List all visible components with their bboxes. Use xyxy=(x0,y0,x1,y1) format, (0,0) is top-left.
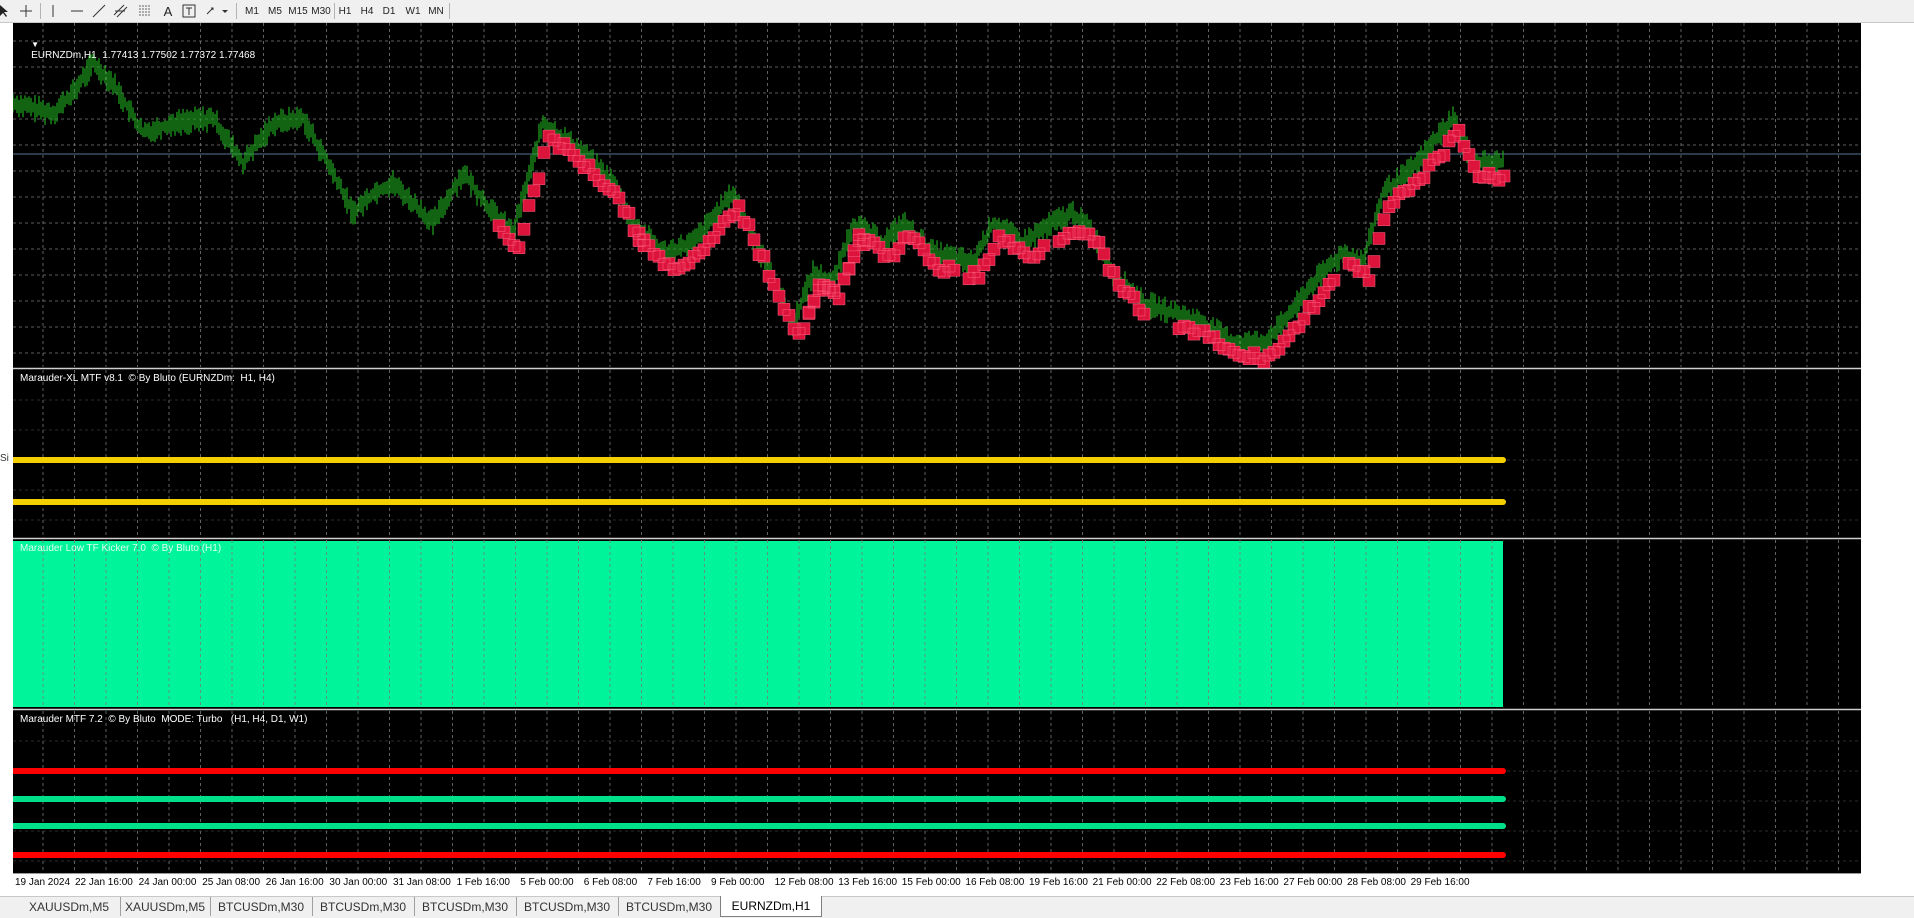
chart-tab[interactable]: XAUUSDm,M5 xyxy=(18,897,121,916)
channels-icon[interactable] xyxy=(112,2,130,20)
time-axis-label: 29 Feb 16:00 xyxy=(1410,877,1470,888)
timeframe-m1[interactable]: M1 xyxy=(242,2,262,20)
chart-tab[interactable]: BTCUSDm,M30 xyxy=(312,897,415,916)
time-axis-label: 12 Feb 08:00 xyxy=(774,877,834,888)
text-tool-icon[interactable]: A xyxy=(160,2,176,20)
trendline-icon[interactable] xyxy=(90,2,108,20)
time-axis-label: 24 Jan 00:00 xyxy=(138,877,197,888)
left-strip: Si C xyxy=(0,23,13,912)
time-axis-label: 23 Feb 16:00 xyxy=(1219,877,1279,888)
kicker-histogram xyxy=(13,541,1503,707)
toolbar-separator xyxy=(449,3,450,19)
right-margin xyxy=(1861,23,1914,896)
arrows-dropdown-icon[interactable] xyxy=(204,2,230,20)
time-axis-label: 21 Feb 00:00 xyxy=(1092,877,1152,888)
timeframe-m30[interactable]: M30 xyxy=(309,2,333,20)
chart-drawing xyxy=(13,23,1861,895)
time-axis-label: 13 Feb 16:00 xyxy=(838,877,898,888)
timeframe-h1[interactable]: H1 xyxy=(336,2,354,20)
fibonacci-icon[interactable] xyxy=(136,2,154,20)
time-axis: 19 Jan 2024 22 Jan 16:00 24 Jan 00:00 25 Ja… xyxy=(13,873,1861,896)
chart-tab[interactable]: EURNZDm,H1 xyxy=(720,896,822,917)
horizontal-line-icon[interactable] xyxy=(68,2,86,20)
time-axis-label: 25 Jan 08:00 xyxy=(202,877,261,888)
time-axis-label: 22 Feb 08:00 xyxy=(1156,877,1216,888)
text-label-icon[interactable] xyxy=(180,2,198,20)
time-axis-label: 26 Jan 16:00 xyxy=(265,877,324,888)
vertical-line-icon[interactable] xyxy=(46,2,60,20)
timeframe-m5[interactable]: M5 xyxy=(265,2,285,20)
timeframe-mn[interactable]: MN xyxy=(425,2,447,20)
time-axis-label: 22 Jan 16:00 xyxy=(75,877,133,888)
time-axis-label: 1 Feb 16:00 xyxy=(456,877,510,888)
time-axis-label: 15 Feb 00:00 xyxy=(901,877,961,888)
chart-tab[interactable]: BTCUSDm,M30 xyxy=(210,897,313,916)
timeframe-h4[interactable]: H4 xyxy=(358,2,376,20)
chart-tabs: XAUUSDm,M5 XAUUSDm,M5 BTCUSDm,M30 BTCUSDm,M… xyxy=(0,896,1914,918)
signal-markers xyxy=(492,123,1511,369)
time-axis-label: 27 Feb 00:00 xyxy=(1283,877,1343,888)
time-axis-label: 30 Jan 00:00 xyxy=(329,877,388,888)
chart-tab[interactable]: BTCUSDm,M30 xyxy=(618,897,721,916)
chart-tab[interactable]: XAUUSDm,M5 xyxy=(120,897,211,916)
time-axis-label: 19 Jan 2024 xyxy=(15,877,71,888)
chart-tab[interactable]: BTCUSDm,M30 xyxy=(516,897,619,916)
time-axis-label: 6 Feb 08:00 xyxy=(583,877,638,888)
timeframe-w1[interactable]: W1 xyxy=(403,2,423,20)
time-axis-label: 16 Feb 08:00 xyxy=(965,877,1025,888)
time-axis-label: 5 Feb 00:00 xyxy=(520,877,574,888)
crosshair-icon[interactable] xyxy=(16,2,36,20)
toolbar-separator xyxy=(334,3,335,19)
cursor-icon[interactable] xyxy=(0,2,12,20)
timeframe-d1[interactable]: D1 xyxy=(380,2,398,20)
left-label-si: Si xyxy=(0,453,9,464)
time-axis-label: 7 Feb 16:00 xyxy=(647,877,701,888)
price-candles xyxy=(13,53,1504,357)
time-axis-label: 28 Feb 08:00 xyxy=(1347,877,1406,888)
toolbar-separator xyxy=(40,3,41,19)
toolbar: A M1 M5 M15 M30 H1 H4 D1 W1 MN xyxy=(0,0,1914,23)
toolbar-separator xyxy=(236,3,237,19)
chart-tab[interactable]: BTCUSDm,M30 xyxy=(414,897,517,916)
time-axis-label: 31 Jan 08:00 xyxy=(393,877,451,888)
time-axis-label: 19 Feb 16:00 xyxy=(1029,877,1088,888)
timeframe-m15[interactable]: M15 xyxy=(286,2,310,20)
time-axis-label: 9 Feb 00:00 xyxy=(711,877,765,888)
